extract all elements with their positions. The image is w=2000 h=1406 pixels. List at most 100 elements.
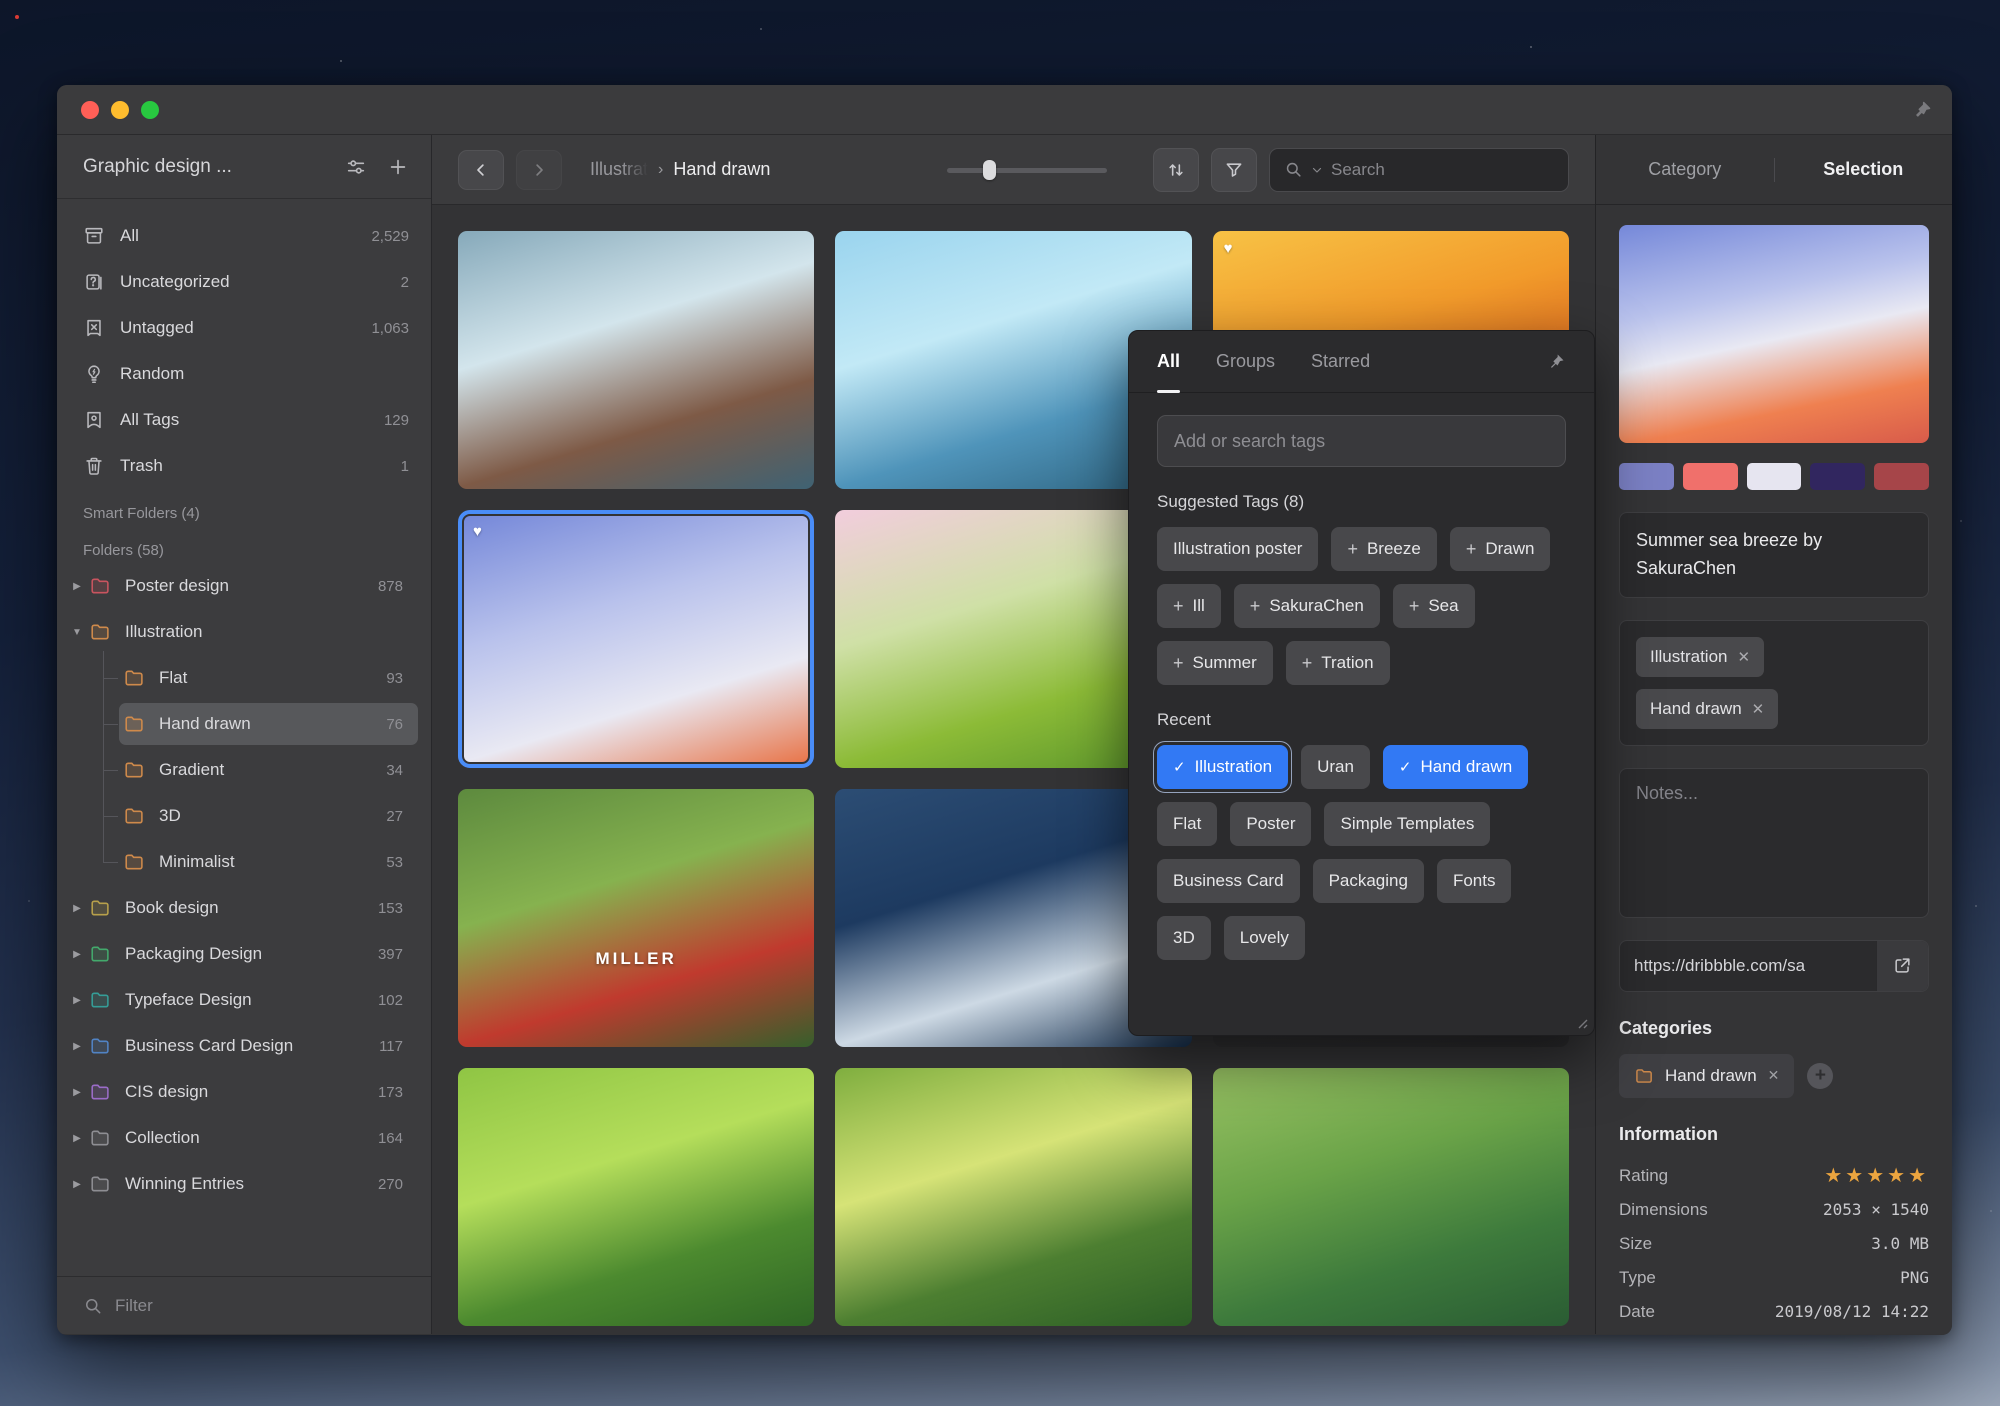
recent-tag-3d[interactable]: 3D bbox=[1157, 916, 1211, 960]
recent-tag-fonts[interactable]: Fonts bbox=[1437, 859, 1512, 903]
window-pin-icon[interactable] bbox=[1912, 100, 1932, 120]
open-link-button[interactable] bbox=[1876, 941, 1928, 991]
tag-popup-tab-starred[interactable]: Starred bbox=[1311, 331, 1370, 392]
recent-tag-illustration[interactable]: ✓ Illustration bbox=[1157, 745, 1288, 789]
folder-row-minimalist[interactable]: Minimalist 53 bbox=[57, 839, 431, 885]
close-window-button[interactable] bbox=[81, 101, 99, 119]
search-scope-chevron-icon[interactable] bbox=[1311, 164, 1323, 176]
grid-item-summer-sea-breeze-bus-illustration[interactable]: ♥ bbox=[458, 510, 814, 768]
folder-row-winning-entries[interactable]: ▶ Winning Entries 270 bbox=[57, 1161, 431, 1207]
resize-handle[interactable] bbox=[1574, 1015, 1588, 1029]
color-swatch[interactable] bbox=[1874, 463, 1929, 490]
smart-folders-section-label[interactable]: Smart Folders (4) bbox=[57, 489, 431, 526]
folder-filter-input[interactable] bbox=[115, 1296, 315, 1316]
breadcrumb-parent[interactable]: Illustrat bbox=[590, 159, 648, 180]
folder-row-3d[interactable]: 3D 27 bbox=[57, 793, 431, 839]
folder-row-business-card-design[interactable]: ▶ Business Card Design 117 bbox=[57, 1023, 431, 1069]
rating-stars[interactable]: ★★★★★ bbox=[1824, 1163, 1929, 1188]
suggested-tag-illustration-poster[interactable]: Illustration poster bbox=[1157, 527, 1318, 571]
color-swatch[interactable] bbox=[1619, 463, 1674, 490]
add-category-button[interactable]: + bbox=[1807, 1063, 1833, 1089]
maximize-window-button[interactable] bbox=[141, 101, 159, 119]
disclosure-triangle-icon[interactable]: ▶ bbox=[67, 1041, 87, 1052]
tab-selection[interactable]: Selection bbox=[1775, 159, 1953, 180]
library-name[interactable]: Graphic design ... bbox=[83, 156, 232, 178]
grid-item-cat-jungle-illustration[interactable] bbox=[458, 1068, 814, 1326]
disclosure-triangle-icon[interactable]: ▶ bbox=[67, 949, 87, 960]
color-swatch[interactable] bbox=[1747, 463, 1802, 490]
sidebar-item-uncategorized[interactable]: Uncategorized 2 bbox=[57, 259, 431, 305]
disclosure-triangle-icon[interactable]: ▶ bbox=[67, 1087, 87, 1098]
folder-row-cis-design[interactable]: ▶ CIS design 173 bbox=[57, 1069, 431, 1115]
suggested-tag-summer[interactable]: + Summer bbox=[1157, 641, 1273, 685]
sidebar-item-all[interactable]: All 2,529 bbox=[57, 213, 431, 259]
item-tags-box[interactable]: Illustration ✕ Hand drawn ✕ bbox=[1619, 620, 1929, 746]
disclosure-triangle-icon[interactable]: ▶ bbox=[67, 903, 87, 914]
grid-item-winter-cabin-illustration[interactable] bbox=[458, 231, 814, 489]
search-input[interactable] bbox=[1331, 160, 1554, 180]
selection-preview-image[interactable] bbox=[1619, 225, 1929, 443]
grid-item-pond-flowers-illustration[interactable] bbox=[1213, 1068, 1569, 1326]
suggested-tag-ill[interactable]: + Ill bbox=[1157, 584, 1221, 628]
recent-tag-hand-drawn[interactable]: ✓ Hand drawn bbox=[1383, 745, 1528, 789]
source-url-field[interactable]: https://dribbble.com/sa bbox=[1620, 941, 1876, 991]
disclosure-triangle-icon[interactable]: ▶ bbox=[67, 995, 87, 1006]
remove-category-icon[interactable]: ✕ bbox=[1768, 1067, 1780, 1084]
forward-button[interactable] bbox=[516, 150, 562, 190]
recent-tag-lovely[interactable]: Lovely bbox=[1224, 916, 1305, 960]
sidebar-item-trash[interactable]: Trash 1 bbox=[57, 443, 431, 489]
sort-button[interactable] bbox=[1153, 148, 1199, 192]
folder-row-poster-design[interactable]: ▶ Poster design 878 bbox=[57, 563, 431, 609]
slider-thumb[interactable] bbox=[983, 160, 996, 180]
sidebar-item-random[interactable]: Random bbox=[57, 351, 431, 397]
folder-row-illustration[interactable]: ▼ Illustration bbox=[57, 609, 431, 655]
tag-popup-tab-all[interactable]: All bbox=[1157, 331, 1180, 392]
add-folder-icon[interactable] bbox=[387, 156, 409, 178]
category-chip-hand-drawn[interactable]: Hand drawn✕ bbox=[1619, 1054, 1794, 1098]
tab-category[interactable]: Category bbox=[1596, 159, 1774, 180]
tag-popup-tab-groups[interactable]: Groups bbox=[1216, 331, 1275, 392]
library-settings-icon[interactable] bbox=[345, 156, 367, 178]
folder-row-collection[interactable]: ▶ Collection 164 bbox=[57, 1115, 431, 1161]
minimize-window-button[interactable] bbox=[111, 101, 129, 119]
folder-row-gradient[interactable]: Gradient 34 bbox=[57, 747, 431, 793]
color-swatch[interactable] bbox=[1810, 463, 1865, 490]
disclosure-triangle-icon[interactable]: ▼ bbox=[67, 627, 87, 638]
notes-field[interactable]: Notes... bbox=[1619, 768, 1929, 918]
folder-row-hand-drawn[interactable]: Hand drawn 76 bbox=[57, 701, 431, 747]
recent-tag-simple-templates[interactable]: Simple Templates bbox=[1324, 802, 1490, 846]
suggested-tag-sakurachen[interactable]: + SakuraChen bbox=[1234, 584, 1380, 628]
sidebar-item-all-tags[interactable]: All Tags 129 bbox=[57, 397, 431, 443]
recent-tag-poster[interactable]: Poster bbox=[1230, 802, 1311, 846]
breadcrumb-current[interactable]: Hand drawn bbox=[673, 159, 770, 180]
folders-section-label[interactable]: Folders (58) bbox=[57, 526, 431, 563]
suggested-tag-sea[interactable]: + Sea bbox=[1393, 584, 1475, 628]
item-title-field[interactable]: Summer sea breeze by SakuraChen bbox=[1619, 512, 1929, 598]
recent-tag-business-card[interactable]: Business Card bbox=[1157, 859, 1300, 903]
filter-button[interactable] bbox=[1211, 148, 1257, 192]
recent-tag-flat[interactable]: Flat bbox=[1157, 802, 1217, 846]
back-button[interactable] bbox=[458, 150, 504, 190]
grid-item-flower-girl-miller-illustration[interactable]: MILLER bbox=[458, 789, 814, 1047]
suggested-tag-drawn[interactable]: + Drawn bbox=[1450, 527, 1551, 571]
suggested-tag-tration[interactable]: + Tration bbox=[1286, 641, 1390, 685]
suggested-tag-breeze[interactable]: + Breeze bbox=[1331, 527, 1436, 571]
remove-tag-icon[interactable]: ✕ bbox=[1737, 648, 1750, 666]
folder-row-packaging-design[interactable]: ▶ Packaging Design 397 bbox=[57, 931, 431, 977]
folder-row-flat[interactable]: Flat 93 bbox=[57, 655, 431, 701]
recent-tag-uran[interactable]: Uran bbox=[1301, 745, 1370, 789]
disclosure-triangle-icon[interactable]: ▶ bbox=[67, 1133, 87, 1144]
recent-tag-packaging[interactable]: Packaging bbox=[1313, 859, 1424, 903]
thumbnail-size-slider[interactable] bbox=[947, 160, 1107, 180]
folder-row-typeface-design[interactable]: ▶ Typeface Design 102 bbox=[57, 977, 431, 1023]
disclosure-triangle-icon[interactable]: ▶ bbox=[67, 1179, 87, 1190]
popup-pin-icon[interactable] bbox=[1546, 352, 1566, 372]
grid-item-deer-forest-illustration[interactable] bbox=[835, 1068, 1191, 1326]
item-tag-hand-drawn[interactable]: Hand drawn ✕ bbox=[1636, 689, 1778, 729]
disclosure-triangle-icon[interactable]: ▶ bbox=[67, 581, 87, 592]
item-tag-illustration[interactable]: Illustration ✕ bbox=[1636, 637, 1764, 677]
add-tag-input[interactable] bbox=[1157, 415, 1566, 467]
folder-row-book-design[interactable]: ▶ Book design 153 bbox=[57, 885, 431, 931]
search-field[interactable] bbox=[1269, 148, 1569, 192]
remove-tag-icon[interactable]: ✕ bbox=[1752, 700, 1765, 718]
